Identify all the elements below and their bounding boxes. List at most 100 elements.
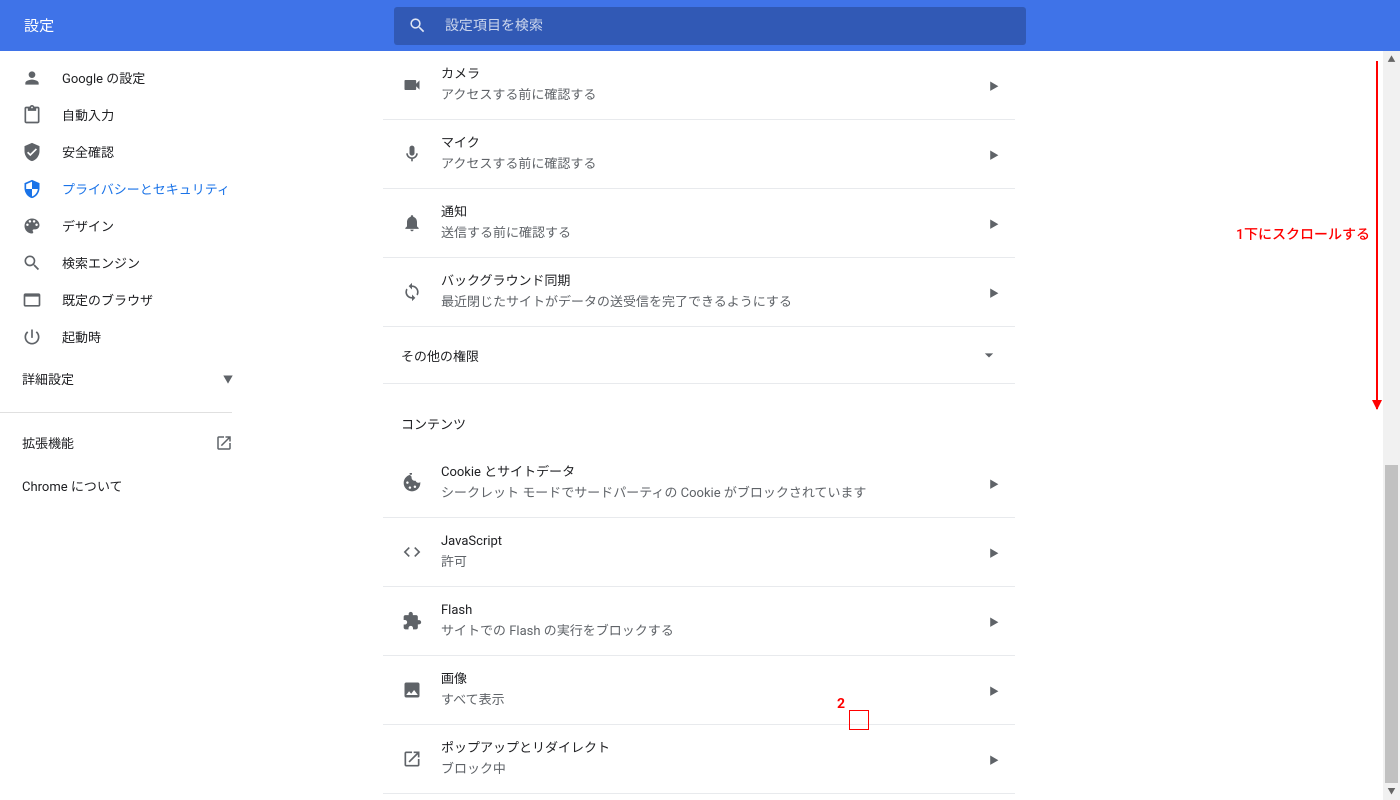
scroll-up-arrow[interactable]: ▲ <box>1383 51 1400 68</box>
sidebar-advanced[interactable]: 詳細設定 ▼ <box>0 355 255 402</box>
row-subtitle: 最近閉じたサイトがデータの送受信を完了できるようにする <box>441 293 989 313</box>
sidebar-item-autofill[interactable]: 自動入力 <box>0 96 255 133</box>
row-title: 画像 <box>441 670 989 690</box>
row-subtitle: 送信する前に確認する <box>441 224 989 244</box>
sidebar-about[interactable]: Chrome について <box>0 464 255 507</box>
chevron-right-icon: ▶ <box>989 285 999 300</box>
permissions-more[interactable]: その他の権限 <box>383 327 1015 384</box>
setting-javascript[interactable]: JavaScript 許可 ▶ <box>383 518 1015 587</box>
search-icon <box>408 16 427 35</box>
setting-camera[interactable]: カメラ アクセスする前に確認する ▶ <box>383 51 1015 120</box>
code-icon <box>401 542 423 562</box>
sidebar: Google の設定 自動入力 安全確認 プライバシーとセキュリティ デザイン … <box>0 51 255 800</box>
person-icon <box>22 68 42 88</box>
setting-cookies[interactable]: Cookie とサイトデータ シークレット モードでサードパーティの Cooki… <box>383 449 1015 518</box>
setting-notifications[interactable]: 通知 送信する前に確認する ▶ <box>383 189 1015 258</box>
chevron-down-icon: ▼ <box>223 371 233 386</box>
scroll-down-arrow[interactable]: ▼ <box>1383 783 1400 800</box>
expander-label: その他の権限 <box>401 346 979 365</box>
sidebar-item-privacy[interactable]: プライバシーとセキュリティ <box>0 170 255 207</box>
sidebar-item-label: 自動入力 <box>62 105 233 124</box>
chevron-right-icon: ▶ <box>989 683 999 698</box>
page-title: 設定 <box>24 15 54 36</box>
annotation-arrow-1 <box>1376 61 1378 409</box>
content-section-header: コンテンツ <box>383 384 1015 449</box>
row-title: カメラ <box>441 65 989 85</box>
search-icon <box>22 253 42 273</box>
row-title: バックグラウンド同期 <box>441 272 989 292</box>
row-text: カメラ アクセスする前に確認する <box>441 65 989 105</box>
content-panel: カメラ アクセスする前に確認する ▶ マイク アクセスする前に確認する ▶ 通知 <box>383 51 1015 800</box>
setting-images[interactable]: 画像 すべて表示 ▶ <box>383 656 1015 725</box>
row-subtitle: すべて表示 <box>441 691 989 711</box>
sidebar-item-label: 検索エンジン <box>62 253 233 272</box>
row-text: Flash サイトでの Flash の実行をブロックする <box>441 601 989 641</box>
sidebar-item-startup[interactable]: 起動時 <box>0 318 255 355</box>
content-more[interactable]: その他のコンテンツの設定 <box>383 794 1015 800</box>
chevron-right-icon: ▶ <box>989 216 999 231</box>
camera-icon <box>401 75 423 95</box>
plugin-icon <box>401 611 423 631</box>
sidebar-item-default-browser[interactable]: 既定のブラウザ <box>0 281 255 318</box>
annotation-step2: 2 <box>837 696 845 712</box>
chevron-down-icon <box>979 345 999 365</box>
bell-icon <box>401 213 423 233</box>
row-text: バックグラウンド同期 最近閉じたサイトがデータの送受信を完了できるようにする <box>441 272 989 312</box>
sidebar-item-label: 安全確認 <box>62 142 233 161</box>
image-icon <box>401 680 423 700</box>
row-subtitle: 許可 <box>441 553 989 573</box>
setting-mic[interactable]: マイク アクセスする前に確認する ▶ <box>383 120 1015 189</box>
row-title: マイク <box>441 134 989 154</box>
sidebar-item-label: 起動時 <box>62 327 233 346</box>
sidebar-extensions[interactable]: 拡張機能 <box>0 421 255 464</box>
row-title: JavaScript <box>441 532 989 552</box>
annotation-box-2 <box>849 710 869 730</box>
chevron-right-icon: ▶ <box>989 614 999 629</box>
chevron-right-icon: ▶ <box>989 752 999 767</box>
sidebar-item-label: Google の設定 <box>62 68 233 87</box>
power-icon <box>22 327 42 347</box>
row-text: 画像 すべて表示 <box>441 670 989 710</box>
setting-popups[interactable]: ポップアップとリダイレクト ブロック中 ▶ <box>383 725 1015 794</box>
sync-icon <box>401 282 423 302</box>
sidebar-item-label: デザイン <box>62 216 233 235</box>
popup-icon <box>401 749 423 769</box>
sidebar-item-search-engine[interactable]: 検索エンジン <box>0 244 255 281</box>
row-subtitle: シークレット モードでサードパーティの Cookie がブロックされています <box>441 484 989 504</box>
row-text: マイク アクセスする前に確認する <box>441 134 989 174</box>
sidebar-item-label: 既定のブラウザ <box>62 290 233 309</box>
shield-check-icon <box>22 142 42 162</box>
row-text: ポップアップとリダイレクト ブロック中 <box>441 739 989 779</box>
row-subtitle: ブロック中 <box>441 760 989 780</box>
sidebar-item-safety[interactable]: 安全確認 <box>0 133 255 170</box>
row-title: 通知 <box>441 203 989 223</box>
row-title: Flash <box>441 601 989 621</box>
cookie-icon <box>401 473 423 493</box>
search-container[interactable] <box>394 7 1026 45</box>
sidebar-item-google[interactable]: Google の設定 <box>0 59 255 96</box>
scrollbar-thumb[interactable] <box>1385 465 1398 800</box>
row-subtitle: アクセスする前に確認する <box>441 155 989 175</box>
row-title: ポップアップとリダイレクト <box>441 739 989 759</box>
privacy-shield-icon <box>22 179 42 199</box>
scrollbar[interactable]: ▲ ▼ <box>1383 51 1400 800</box>
search-input[interactable] <box>445 18 1012 34</box>
row-text: 通知 送信する前に確認する <box>441 203 989 243</box>
row-subtitle: アクセスする前に確認する <box>441 86 989 106</box>
palette-icon <box>22 216 42 236</box>
mic-icon <box>401 144 423 164</box>
main-area: カメラ アクセスする前に確認する ▶ マイク アクセスする前に確認する ▶ 通知 <box>255 51 1400 800</box>
chevron-right-icon: ▶ <box>989 147 999 162</box>
advanced-label: 詳細設定 <box>22 369 74 388</box>
setting-flash[interactable]: Flash サイトでの Flash の実行をブロックする ▶ <box>383 587 1015 656</box>
row-title: Cookie とサイトデータ <box>441 463 989 483</box>
row-text: Cookie とサイトデータ シークレット モードでサードパーティの Cooki… <box>441 463 989 503</box>
browser-icon <box>22 290 42 310</box>
extensions-label: 拡張機能 <box>22 433 74 452</box>
row-text: JavaScript 許可 <box>441 532 989 572</box>
setting-background-sync[interactable]: バックグラウンド同期 最近閉じたサイトがデータの送受信を完了できるようにする ▶ <box>383 258 1015 327</box>
sidebar-item-label: プライバシーとセキュリティ <box>62 179 233 198</box>
divider <box>0 412 232 413</box>
sidebar-item-design[interactable]: デザイン <box>0 207 255 244</box>
clipboard-icon <box>22 105 42 125</box>
